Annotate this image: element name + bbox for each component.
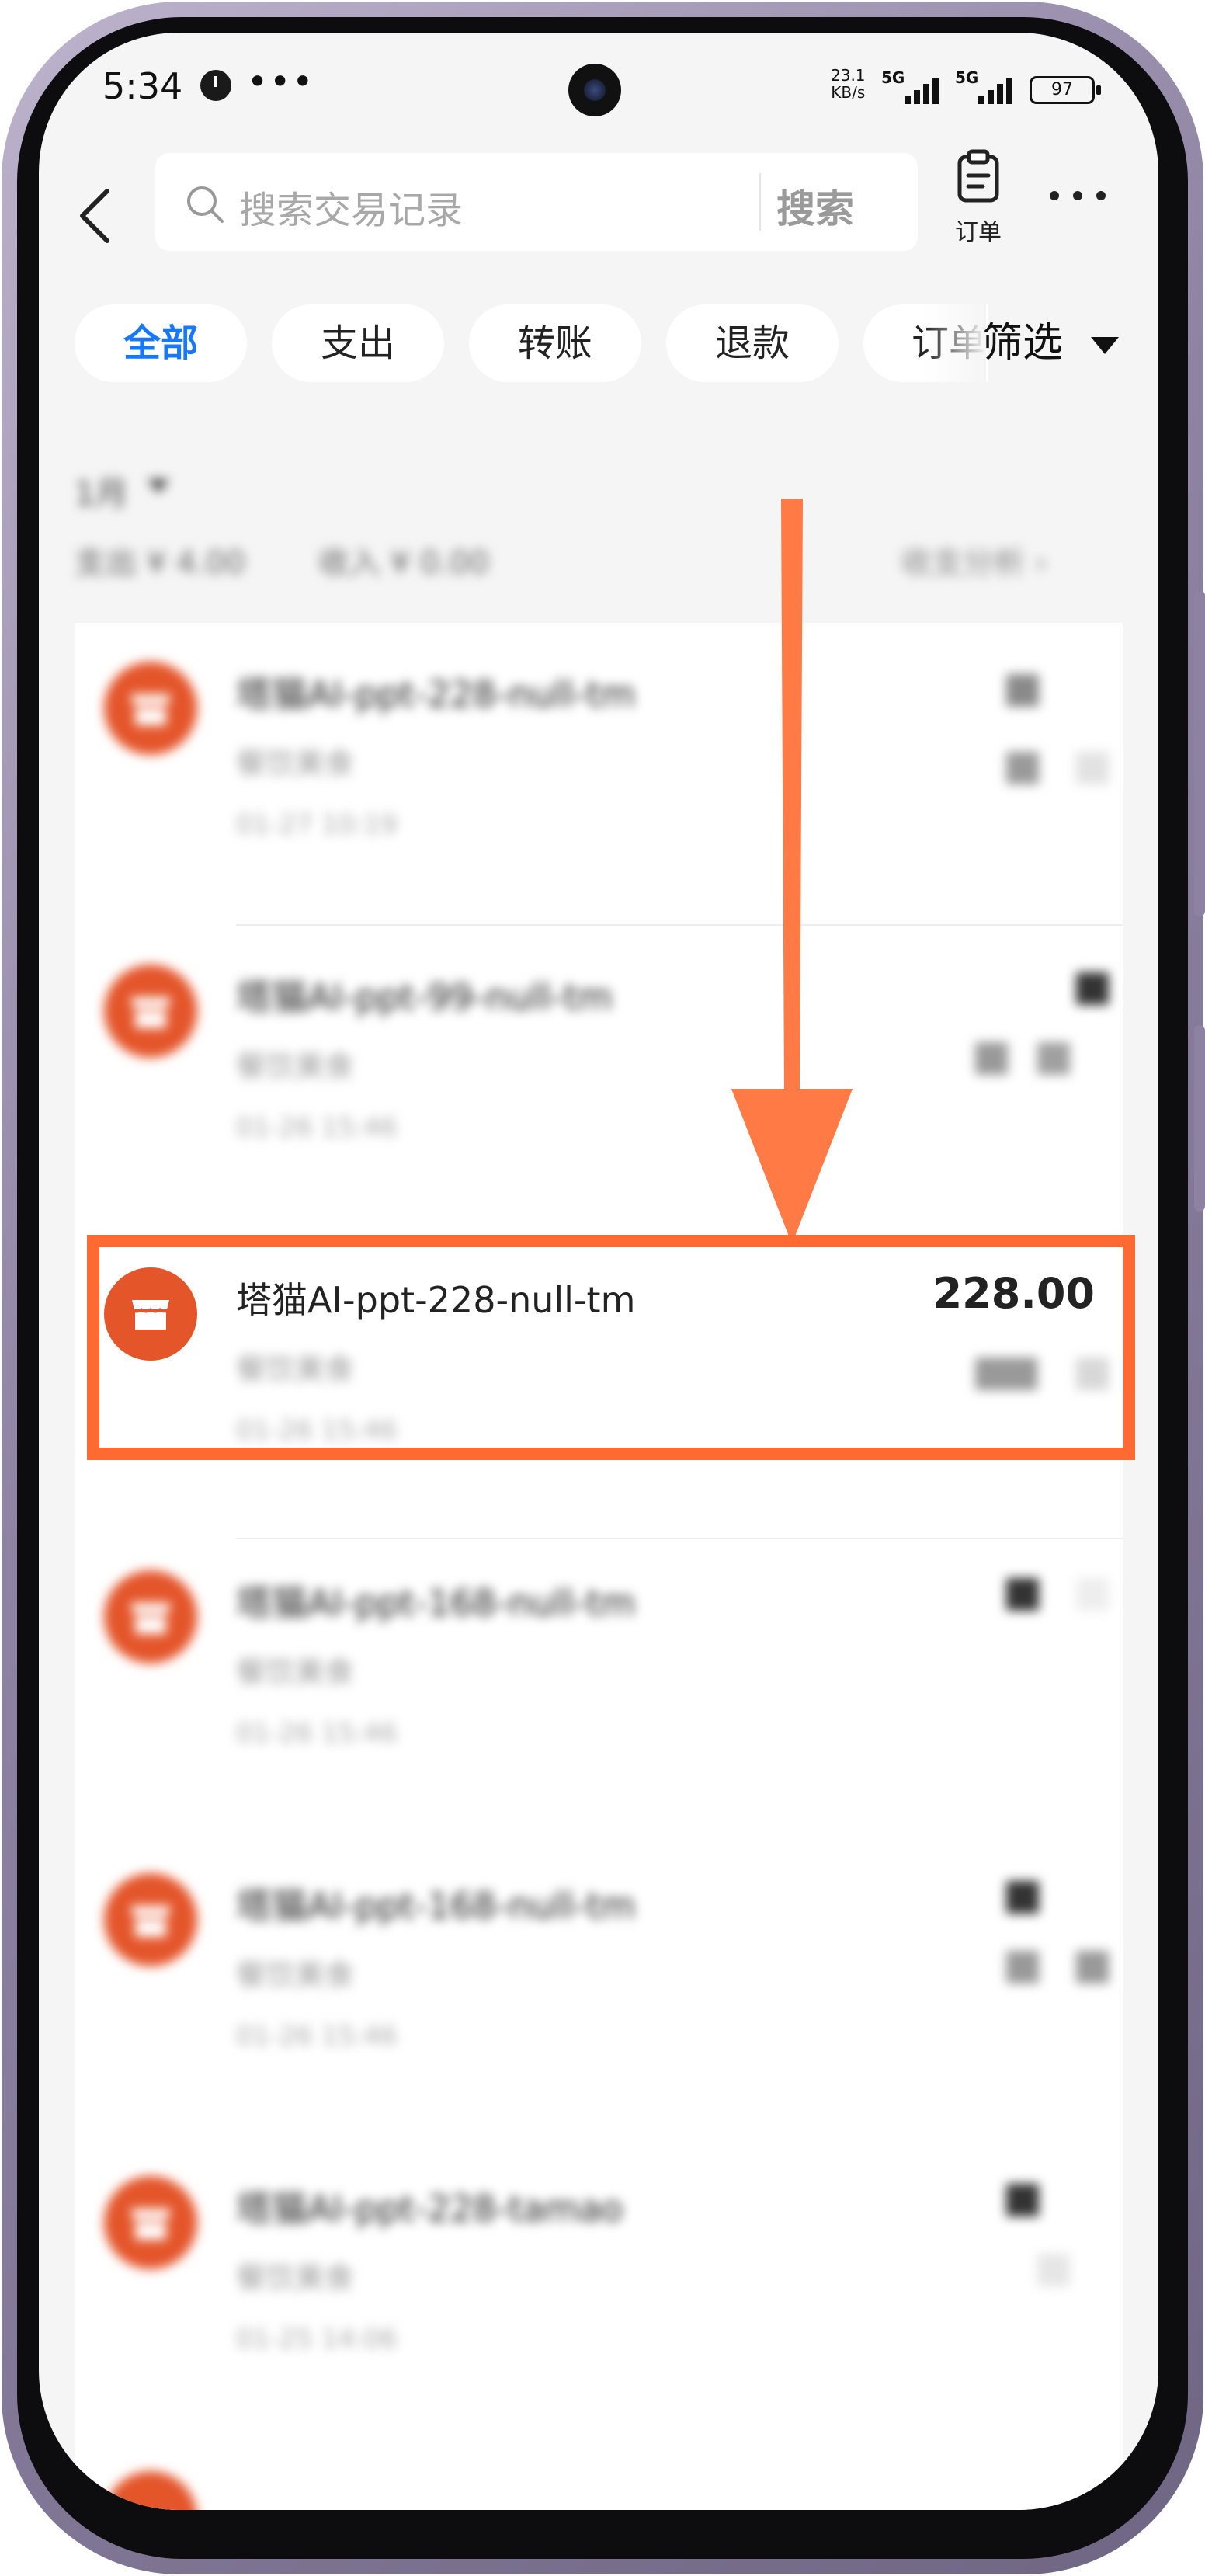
search-placeholder: 搜索交易记录: [239, 189, 464, 232]
volume-button: [1194, 590, 1205, 916]
filter-chip-all[interactable]: 全部: [75, 304, 247, 382]
redacted-amount: [1006, 2184, 1039, 2216]
transaction-time: 01-26 15:46: [236, 1112, 398, 1143]
transaction-row[interactable]: 塔猫AI-ppt-228-tamao 餐饮美食 01-25 14:06: [75, 2137, 1123, 2440]
highlight-box: [87, 1235, 1135, 1460]
transaction-category: 餐饮美食: [236, 2261, 355, 2295]
transaction-time: 01-27 10:19: [236, 809, 398, 840]
store-icon: [104, 662, 197, 755]
store-icon: [104, 965, 197, 1058]
network-speed: 23.1 KB/s: [831, 67, 866, 101]
redacted-amount: [1076, 1578, 1109, 1611]
transaction-title: 塔猫AI-ppt-99-null-tm: [236, 976, 613, 1018]
store-icon: [104, 1570, 197, 1663]
transaction-category: 餐饮美食: [236, 1958, 355, 1992]
redacted-amount: [1006, 1578, 1039, 1611]
transaction-list: 塔猫AI-ppt-228-null-tm 餐饮美食 01-27 10:19 塔猫…: [75, 623, 1123, 2510]
transaction-row[interactable]: 塔猫AI-ppt-168-null-tm 餐饮美食 01-26 15:46: [75, 1834, 1123, 2137]
orders-button[interactable]: 订单: [939, 149, 1017, 250]
transaction-title: 塔猫AI-ppt-168-null-tm: [236, 1885, 636, 1927]
store-icon: [104, 2176, 197, 2269]
store-icon: [104, 2471, 197, 2510]
summary-expense: 支出 ¥ 4.00: [75, 545, 245, 581]
redacted-amount: [975, 1042, 1008, 1075]
transaction-time: 01-25 14:06: [236, 2324, 398, 2355]
chip-fade: [924, 304, 986, 382]
transaction-title: 塔猫AI-ppt-228-tamao: [236, 2188, 623, 2230]
filter-chip-refund[interactable]: 退款: [666, 304, 839, 382]
clock-icon: [200, 70, 231, 101]
power-button: [1194, 1025, 1205, 1212]
filter-chip-transfer[interactable]: 转账: [469, 304, 641, 382]
redacted-amount: [1076, 752, 1109, 784]
redacted-amount: [1076, 1951, 1109, 1983]
redacted-amount: [1006, 1881, 1039, 1914]
month-selector[interactable]: 1月: [75, 468, 128, 515]
store-icon: [104, 1873, 197, 1966]
battery-icon: 97: [1030, 76, 1101, 104]
redacted-amount: [1006, 752, 1039, 784]
redacted-amount: [1037, 1042, 1070, 1075]
redacted-amount: [1006, 1951, 1039, 1983]
down-arrow-icon: [731, 499, 853, 1244]
redacted-amount: [1006, 674, 1039, 707]
network-speed-value: 23.1: [831, 66, 866, 85]
search-input[interactable]: 搜索交易记录 搜索: [155, 153, 918, 251]
signal-icon: 5G: [955, 68, 1025, 104]
caret-down-icon: [1091, 337, 1119, 354]
filter-button[interactable]: 筛选: [982, 304, 1063, 382]
transaction-row[interactable]: 塔猫AI-ppt-99-null-tm 餐饮美食 01-26 15:46: [75, 926, 1123, 1229]
transaction-category: 餐饮美食: [236, 746, 355, 780]
clipboard-icon: [957, 149, 999, 203]
signal-label: 5G: [881, 68, 905, 87]
transaction-time: 01-26 15:46: [236, 2021, 398, 2052]
transaction-category: 餐饮美食: [236, 1049, 355, 1083]
status-bar: 5:34 ••• 23.1 KB/s 5G 5G 97: [39, 33, 1158, 149]
transaction-row[interactable]: [75, 2440, 1123, 2510]
redacted-amount: [1076, 972, 1109, 1005]
more-dots-icon[interactable]: [1047, 180, 1109, 211]
transaction-title: 塔猫AI-ppt-168-null-tm: [236, 1582, 636, 1624]
summary-income: 收入 ¥ 0.00: [318, 545, 489, 581]
front-camera: [568, 64, 621, 116]
filter-chip-expense[interactable]: 支出: [272, 304, 444, 382]
signal-icon: 5G: [881, 68, 951, 104]
status-more-icon: •••: [247, 61, 315, 103]
transaction-time: 01-26 15:46: [236, 1718, 398, 1749]
status-time: 5:34: [102, 65, 183, 107]
signal-label: 5G: [955, 68, 979, 87]
caret-down-icon: [148, 479, 169, 493]
orders-label: 订单: [955, 219, 1002, 246]
redacted-amount: [1037, 2254, 1070, 2286]
network-speed-unit: KB/s: [831, 83, 866, 102]
transaction-row[interactable]: 塔猫AI-ppt-228-null-tm 餐饮美食 01-27 10:19: [75, 623, 1123, 926]
transaction-title: 塔猫AI-ppt-228-null-tm: [236, 673, 636, 715]
search-divider: [759, 173, 761, 231]
transaction-row[interactable]: 塔猫AI-ppt-168-null-tm 餐饮美食 01-26 15:46: [75, 1531, 1123, 1834]
search-button[interactable]: 搜索: [776, 178, 854, 234]
transaction-category: 餐饮美食: [236, 1655, 355, 1689]
search-icon: [187, 186, 224, 223]
chevron-left-icon[interactable]: [73, 185, 120, 247]
analysis-link[interactable]: 收支分析 ›: [901, 537, 1047, 582]
